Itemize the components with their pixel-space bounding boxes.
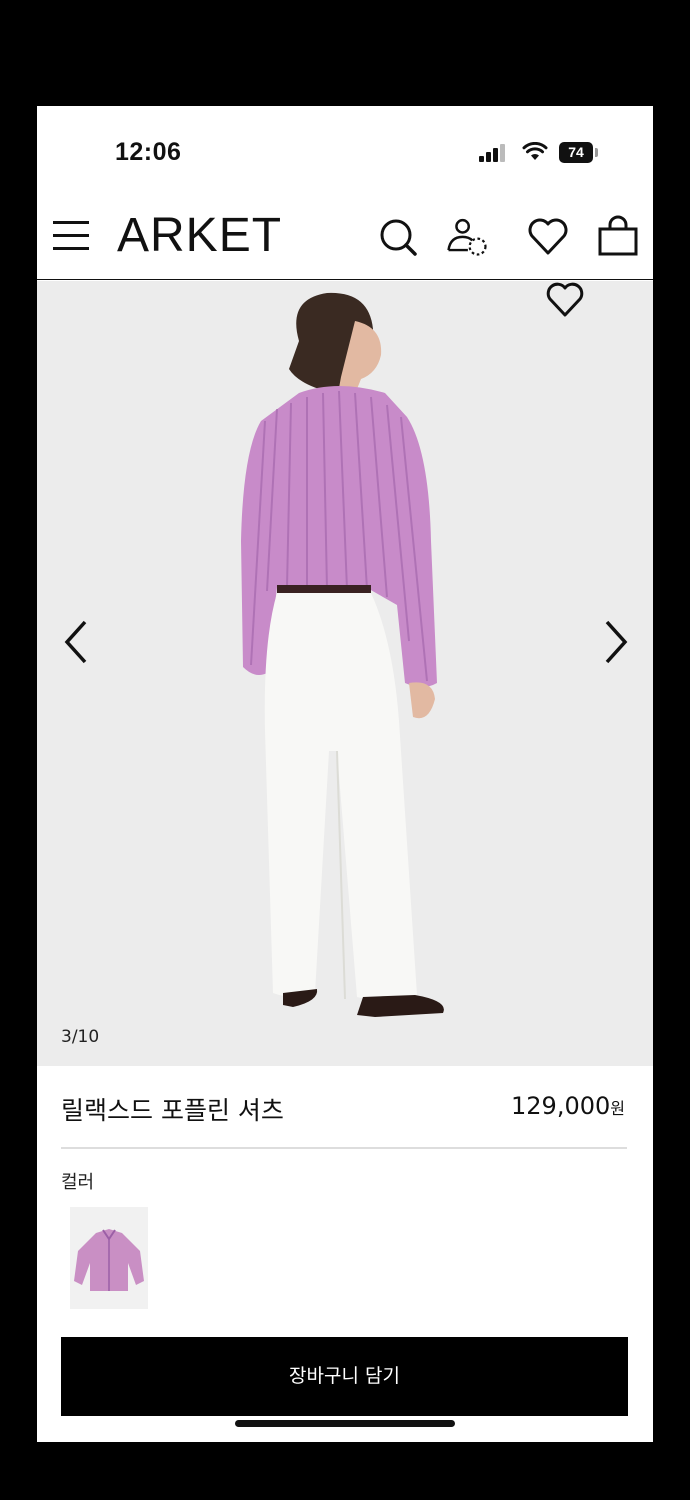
search-icon[interactable] [375, 214, 419, 258]
product-name: 릴랙스드 포플린 셔츠 [61, 1096, 284, 1125]
menu-icon[interactable] [53, 219, 91, 253]
price-amount: 129,000 [511, 1092, 611, 1120]
shirt-thumbnail [70, 1207, 148, 1309]
phone-screen: 12:06 74 ARKET 3/10 릴랙스드 포플린 셔츠 129,000원… [37, 106, 653, 1442]
home-indicator [235, 1420, 455, 1427]
site-header: ARKET [37, 196, 653, 280]
chevron-left-icon[interactable] [55, 614, 99, 670]
bag-icon[interactable] [596, 214, 640, 258]
chevron-right-icon[interactable] [593, 614, 637, 670]
brand-logo[interactable]: ARKET [117, 208, 282, 263]
add-to-cart-button[interactable]: 장바구니 담기 [61, 1337, 628, 1416]
signal-icon [479, 144, 509, 162]
heart-icon[interactable] [543, 281, 587, 321]
wishlist-icon[interactable] [526, 214, 570, 258]
account-icon[interactable] [445, 214, 489, 258]
product-image-gallery[interactable]: 3/10 [37, 281, 653, 1066]
divider [61, 1147, 627, 1149]
price-unit: 원 [610, 1099, 625, 1118]
battery-indicator: 74 [559, 142, 593, 163]
battery-tip [595, 148, 598, 157]
color-label: 컬러 [61, 1172, 95, 1193]
image-counter: 3/10 [61, 1027, 100, 1047]
color-swatch[interactable] [70, 1207, 148, 1309]
status-time: 12:06 [115, 138, 182, 166]
product-price: 129,000원 [511, 1092, 625, 1120]
product-photo [37, 281, 653, 1066]
wifi-icon [522, 142, 548, 160]
